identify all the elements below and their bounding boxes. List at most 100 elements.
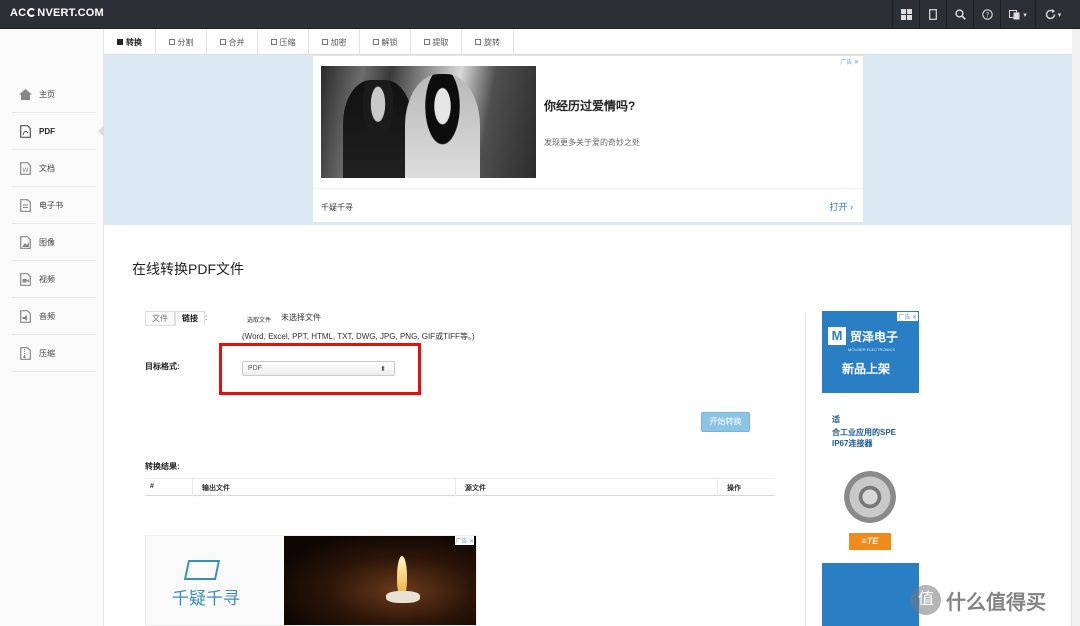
ad-brand-english: MOUSER ELECTRONICS bbox=[848, 347, 896, 352]
logo-text-left: AC bbox=[10, 7, 27, 19]
choose-file-button[interactable]: 选取文件 bbox=[244, 312, 274, 327]
sidebar-item-label: 电子书 bbox=[39, 201, 63, 210]
tab-file-source[interactable]: 文件 bbox=[145, 311, 175, 326]
watermark: 值 什么值得买 bbox=[911, 585, 1046, 615]
ad-text-line: IP67连接器 bbox=[832, 439, 873, 448]
ad-brand: 贸泽电子 bbox=[850, 329, 899, 344]
tablet-icon[interactable] bbox=[919, 0, 946, 29]
tab-label: 分割 bbox=[177, 37, 194, 47]
connector-image bbox=[844, 471, 896, 523]
sidebar-item-home[interactable]: 主页 bbox=[12, 77, 96, 113]
word-doc-icon: W bbox=[18, 162, 32, 176]
grid-icon[interactable] bbox=[892, 0, 919, 29]
sidebar-item-label: 图像 bbox=[39, 238, 55, 247]
tab-unlock[interactable]: 解锁 bbox=[360, 29, 411, 55]
column-actions: 操作 bbox=[727, 485, 741, 492]
ad-close-tag[interactable]: 广告 ✕ bbox=[897, 312, 918, 321]
tab-merge[interactable]: 合并 bbox=[207, 29, 258, 55]
checkbox-icon bbox=[372, 39, 379, 45]
tab-link-source[interactable]: 链接 bbox=[175, 311, 205, 326]
column-divider bbox=[717, 479, 718, 497]
page-title: 在线转换PDF文件 bbox=[132, 261, 244, 277]
sidebar-item-images[interactable]: 图像 bbox=[12, 225, 96, 261]
tab-label: 转换 bbox=[126, 37, 142, 47]
svg-text:?: ? bbox=[985, 11, 989, 19]
video-icon bbox=[18, 273, 32, 287]
checkbox-icon bbox=[475, 39, 481, 45]
logo-refresh-icon bbox=[27, 8, 37, 17]
right-advertisement[interactable]: M 贸泽电子 MOUSER ELECTRONICS 新品上架 适 合工业应用的S… bbox=[822, 311, 919, 626]
column-number: # bbox=[150, 483, 154, 490]
target-format-label: 目标格式: bbox=[145, 362, 180, 371]
column-source-file: 源文件 bbox=[465, 485, 486, 492]
refresh-icon[interactable]: ▾ bbox=[1035, 0, 1070, 29]
source-colon: : bbox=[205, 313, 208, 322]
sidebar-item-documents[interactable]: W 文档 bbox=[12, 151, 96, 187]
tab-label: 合并 bbox=[228, 37, 245, 47]
ebook-icon bbox=[18, 199, 32, 213]
candle-flame bbox=[397, 556, 407, 596]
start-convert-button[interactable]: 开始转换 bbox=[701, 412, 750, 432]
ad-headline: 你经历过爱情吗? bbox=[544, 99, 636, 113]
supported-formats-text: (Word, Excel, PPT, HTML, TXT, DWG, JPG, … bbox=[242, 332, 475, 341]
pdf-icon bbox=[18, 125, 32, 139]
ad-brand: 千疑千寻 bbox=[321, 203, 353, 212]
tab-label: 加密 bbox=[330, 37, 347, 47]
column-divider bbox=[192, 479, 193, 497]
target-format-value: PDF bbox=[248, 365, 262, 372]
source-tabs: 文件 链接 bbox=[145, 311, 205, 326]
sidebar-item-label: 视频 bbox=[39, 275, 55, 284]
checkbox-icon bbox=[219, 39, 226, 45]
archive-icon bbox=[18, 347, 32, 361]
te-logo: ≡TE bbox=[849, 533, 891, 550]
checkbox-icon bbox=[117, 39, 123, 45]
watermark-logo-icon: 值 bbox=[911, 585, 941, 615]
tool-tabs: 转换 分割 合并 压缩 加密 解锁 提取 旋转 bbox=[104, 29, 1072, 55]
top-advertisement[interactable]: 你经历过爱情吗? 发现更多关于爱的奇妙之处 千疑千寻 打开 › 广告 ✕ bbox=[312, 55, 864, 223]
language-icon[interactable]: ▾ bbox=[1000, 0, 1035, 29]
ad-photo bbox=[284, 536, 476, 625]
target-format-select[interactable]: PDF ⬍ bbox=[242, 361, 395, 376]
tab-split[interactable]: 分割 bbox=[156, 29, 207, 55]
sidebar-item-label: PDF bbox=[39, 127, 55, 136]
checkbox-icon bbox=[423, 39, 430, 45]
column-divider bbox=[805, 313, 806, 626]
ad-open-link[interactable]: 打开 › bbox=[830, 200, 854, 213]
select-arrows-icon: ⬍ bbox=[380, 366, 386, 373]
image-icon bbox=[18, 236, 32, 250]
sidebar-item-label: 主页 bbox=[39, 90, 55, 99]
tab-label: 压缩 bbox=[279, 37, 296, 47]
sidebar-item-audio[interactable]: 音频 bbox=[12, 299, 96, 335]
no-file-selected-text: 未选择文件 bbox=[281, 313, 321, 322]
sidebar-item-pdf[interactable]: PDF bbox=[12, 114, 96, 150]
candle bbox=[386, 591, 420, 603]
divider bbox=[313, 188, 863, 189]
tab-compress[interactable]: 压缩 bbox=[258, 29, 309, 55]
ad-subtitle: 发现更多关于爱的奇妙之处 bbox=[544, 138, 640, 147]
site-logo[interactable]: AC NVERT.COM bbox=[10, 7, 104, 19]
page-scrollbar[interactable] bbox=[1071, 29, 1080, 626]
sidebar-item-ebooks[interactable]: 电子书 bbox=[12, 188, 96, 224]
sidebar-item-label: 音频 bbox=[39, 312, 55, 321]
tab-rotate[interactable]: 旋转 bbox=[462, 29, 514, 55]
ad-close-tag[interactable]: 广告 ✕ bbox=[455, 536, 474, 545]
ad-close-tag[interactable]: 广告 ✕ bbox=[840, 57, 859, 66]
sidebar-item-video[interactable]: 视频 bbox=[12, 262, 96, 298]
ad-text-line: 适 bbox=[832, 415, 840, 424]
tab-label: 解锁 bbox=[381, 37, 398, 47]
tab-label: 提取 bbox=[432, 37, 449, 47]
tab-convert[interactable]: 转换 bbox=[104, 29, 156, 55]
checkbox-icon bbox=[168, 39, 175, 45]
svg-text:W: W bbox=[22, 167, 28, 174]
help-icon[interactable]: ? bbox=[973, 0, 1000, 29]
ad-headline: 新品上架 bbox=[842, 362, 891, 376]
tab-extract[interactable]: 提取 bbox=[411, 29, 462, 55]
sidebar-item-archive[interactable]: 压缩 bbox=[12, 336, 96, 372]
bottom-advertisement[interactable]: 千疑千寻 广告 ✕ bbox=[145, 535, 477, 626]
ad-footer-graphic bbox=[822, 563, 919, 626]
logo-text-right: NVERT.COM bbox=[37, 7, 104, 19]
tab-encrypt[interactable]: 加密 bbox=[309, 29, 360, 55]
home-icon bbox=[18, 88, 32, 102]
tab-label: 旋转 bbox=[484, 37, 500, 47]
search-icon[interactable] bbox=[946, 0, 973, 29]
